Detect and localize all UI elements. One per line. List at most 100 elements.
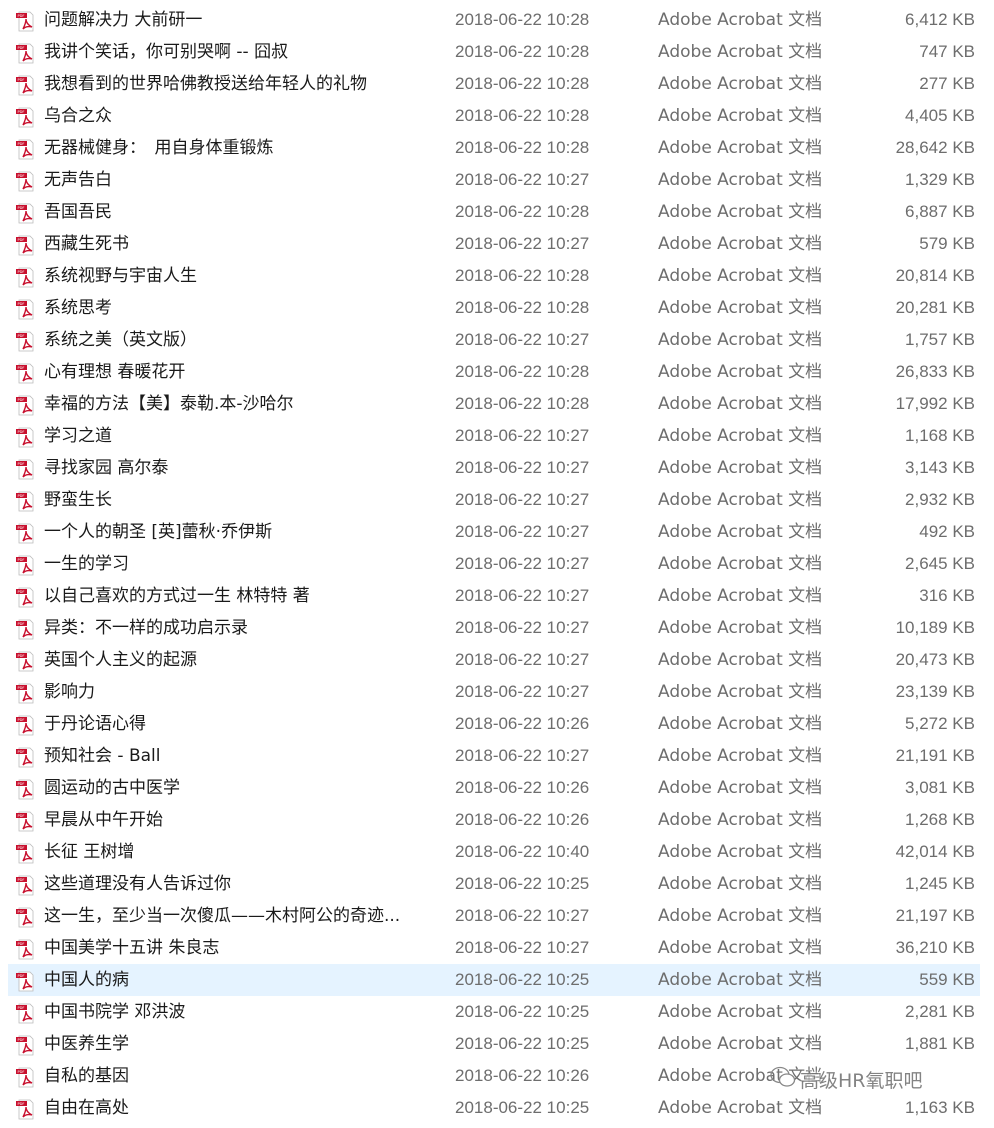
file-type: Adobe Acrobat 文档: [658, 458, 823, 478]
file-row[interactable]: PDF 系统之美（英文版） 2018-06-22 10:27 Adobe Acroba…: [0, 324, 994, 356]
pdf-file-icon: PDF: [14, 426, 36, 448]
file-name: 中国书院学 邓洪波: [44, 1002, 186, 1022]
svg-text:PDF: PDF: [18, 974, 25, 978]
svg-text:PDF: PDF: [18, 462, 25, 466]
file-size: 277 KB: [919, 74, 975, 93]
file-row[interactable]: PDF 中医养生学 2018-06-22 10:25 Adobe Acrobat 文档…: [0, 1028, 994, 1060]
file-date-modified: 2018-06-22 10:25: [455, 1002, 590, 1021]
file-row[interactable]: PDF 自由在高处 2018-06-22 10:25 Adobe Acrobat 文档…: [0, 1092, 994, 1124]
svg-text:PDF: PDF: [18, 750, 25, 754]
file-row[interactable]: PDF 英国个人主义的起源 2018-06-22 10:27 Adobe Acroba…: [0, 644, 994, 676]
file-row[interactable]: PDF 乌合之众 2018-06-22 10:28 Adobe Acrobat 文档 4…: [0, 100, 994, 132]
file-type: Adobe Acrobat 文档: [658, 906, 823, 926]
file-row[interactable]: PDF 于丹论语心得 2018-06-22 10:26 Adobe Acrobat 文…: [0, 708, 994, 740]
svg-text:PDF: PDF: [18, 78, 25, 82]
file-type: Adobe Acrobat 文档: [658, 1034, 823, 1054]
file-date-modified: 2018-06-22 10:27: [455, 330, 590, 349]
file-name: 这些道理没有人告诉过你: [44, 874, 231, 894]
file-row[interactable]: PDF 中国人的病 2018-06-22 10:25 Adobe Acrobat 文档…: [0, 964, 994, 996]
file-type: Adobe Acrobat 文档: [658, 266, 823, 286]
file-date-modified: 2018-06-22 10:27: [455, 234, 590, 253]
file-row[interactable]: PDF 寻找家园 高尔泰 2018-06-22 10:27 Adobe Acrobat…: [0, 452, 994, 484]
svg-text:PDF: PDF: [18, 846, 25, 850]
file-date-modified: 2018-06-22 10:26: [455, 810, 590, 829]
file-date-modified: 2018-06-22 10:27: [455, 522, 590, 541]
file-type: Adobe Acrobat 文档: [658, 138, 823, 158]
file-row[interactable]: PDF 幸福的方法【美】泰勒.本-沙哈尔 2018-06-22 10:28 Adobe…: [0, 388, 994, 420]
file-size: 21,197 KB: [895, 906, 975, 925]
file-row[interactable]: PDF 学习之道 2018-06-22 10:27 Adobe Acrobat 文档 1…: [0, 420, 994, 452]
svg-text:PDF: PDF: [18, 334, 25, 338]
pdf-file-icon: PDF: [14, 106, 36, 128]
file-date-modified: 2018-06-22 10:28: [455, 138, 590, 157]
pdf-file-icon: PDF: [14, 682, 36, 704]
file-row[interactable]: PDF 以自己喜欢的方式过一生 林特特 著 2018-06-22 10:27 Adob…: [0, 580, 994, 612]
file-row[interactable]: PDF 中国美学十五讲 朱良志 2018-06-22 10:27 Adobe Acro…: [0, 932, 994, 964]
file-size: 21,191 KB: [895, 746, 975, 765]
file-row[interactable]: PDF 这些道理没有人告诉过你 2018-06-22 10:25 Adobe Acro…: [0, 868, 994, 900]
file-name: 于丹论语心得: [44, 714, 146, 734]
svg-text:PDF: PDF: [18, 526, 25, 530]
pdf-file-icon: PDF: [14, 1066, 36, 1088]
file-date-modified: 2018-06-22 10:28: [455, 362, 590, 381]
pdf-file-icon: PDF: [14, 874, 36, 896]
pdf-file-icon: PDF: [14, 170, 36, 192]
file-row[interactable]: PDF 一个人的朝圣 [英]蕾秋·乔伊斯 2018-06-22 10:27 Adobe…: [0, 516, 994, 548]
file-size: 1,881 KB: [905, 1034, 975, 1053]
file-row[interactable]: PDF 影响力 2018-06-22 10:27 Adobe Acrobat 文档 23…: [0, 676, 994, 708]
file-row[interactable]: PDF 野蛮生长 2018-06-22 10:27 Adobe Acrobat 文档 2…: [0, 484, 994, 516]
file-row[interactable]: PDF 无器械健身： 用自身体重锻炼 2018-06-22 10:28 Adobe A…: [0, 132, 994, 164]
file-row[interactable]: PDF 我想看到的世界哈佛教授送给年轻人的礼物 2018-06-22 10:28 Ad…: [0, 68, 994, 100]
pdf-file-icon: PDF: [14, 714, 36, 736]
file-name: 一个人的朝圣 [英]蕾秋·乔伊斯: [44, 522, 273, 542]
file-type: Adobe Acrobat 文档: [658, 714, 823, 734]
file-row[interactable]: PDF 西藏生死书 2018-06-22 10:27 Adobe Acrobat 文档…: [0, 228, 994, 260]
file-name: 英国个人主义的起源: [44, 650, 197, 670]
pdf-file-icon: PDF: [14, 778, 36, 800]
file-row[interactable]: PDF 吾国吾民 2018-06-22 10:28 Adobe Acrobat 文档 6…: [0, 196, 994, 228]
file-name: 学习之道: [44, 426, 112, 446]
pdf-file-icon: PDF: [14, 906, 36, 928]
file-row[interactable]: PDF 早晨从中午开始 2018-06-22 10:26 Adobe Acrobat …: [0, 804, 994, 836]
file-type: Adobe Acrobat 文档: [658, 234, 823, 254]
file-row[interactable]: PDF 问题解决力 大前研一 2018-06-22 10:28 Adobe Acrob…: [0, 4, 994, 36]
pdf-file-icon: PDF: [14, 1002, 36, 1024]
file-row[interactable]: PDF 系统视野与宇宙人生 2018-06-22 10:28 Adobe Acroba…: [0, 260, 994, 292]
file-name: 中国美学十五讲 朱良志: [44, 938, 220, 958]
file-row[interactable]: PDF 我讲个笑话，你可别哭啊 -- 囧叔 2018-06-22 10:28 Adob…: [0, 36, 994, 68]
file-date-modified: 2018-06-22 10:28: [455, 42, 590, 61]
file-date-modified: 2018-06-22 10:25: [455, 1034, 590, 1053]
file-date-modified: 2018-06-22 10:27: [455, 586, 590, 605]
file-row[interactable]: PDF 一生的学习 2018-06-22 10:27 Adobe Acrobat 文档…: [0, 548, 994, 580]
file-type: Adobe Acrobat 文档: [658, 170, 823, 190]
file-row[interactable]: PDF 中国书院学 邓洪波 2018-06-22 10:25 Adobe Acroba…: [0, 996, 994, 1028]
svg-text:PDF: PDF: [18, 14, 25, 18]
svg-text:PDF: PDF: [18, 110, 25, 114]
file-row[interactable]: PDF 这一生，至少当一次傻瓜——木村阿公的奇迹... 2018-06-22 10:…: [0, 900, 994, 932]
file-size: 2,645 KB: [905, 554, 975, 573]
file-row[interactable]: PDF 无声告白 2018-06-22 10:27 Adobe Acrobat 文档 1…: [0, 164, 994, 196]
svg-text:PDF: PDF: [18, 206, 25, 210]
file-row[interactable]: PDF 预知社会 - Ball 2018-06-22 10:27 Adobe Acro…: [0, 740, 994, 772]
pdf-file-icon: PDF: [14, 1034, 36, 1056]
file-type: Adobe Acrobat 文档: [658, 330, 823, 350]
pdf-file-icon: PDF: [14, 586, 36, 608]
pdf-file-icon: PDF: [14, 458, 36, 480]
file-name: 系统视野与宇宙人生: [44, 266, 197, 286]
file-type: Adobe Acrobat 文档: [658, 362, 823, 382]
file-row[interactable]: PDF 圆运动的古中医学 2018-06-22 10:26 Adobe Acrobat…: [0, 772, 994, 804]
file-row[interactable]: PDF 异类：不一样的成功启示录 2018-06-22 10:27 Adobe Acr…: [0, 612, 994, 644]
file-row[interactable]: PDF 心有理想 春暖花开 2018-06-22 10:28 Adobe Acroba…: [0, 356, 994, 388]
file-size: 20,473 KB: [895, 650, 975, 669]
file-type: Adobe Acrobat 文档: [658, 10, 823, 30]
file-name: 一生的学习: [44, 554, 129, 574]
file-type: Adobe Acrobat 文档: [658, 106, 823, 126]
file-size: 2,281 KB: [905, 1002, 975, 1021]
file-row[interactable]: PDF 长征 王树增 2018-06-22 10:40 Adobe Acrobat 文…: [0, 836, 994, 868]
pdf-file-icon: PDF: [14, 970, 36, 992]
watermark-text: 高级HR氧职吧: [800, 1070, 923, 1092]
file-type: Adobe Acrobat 文档: [658, 1002, 823, 1022]
file-row[interactable]: PDF 系统思考 2018-06-22 10:28 Adobe Acrobat 文档 2…: [0, 292, 994, 324]
pdf-file-icon: PDF: [14, 138, 36, 160]
file-name: 吾国吾民: [44, 202, 112, 222]
